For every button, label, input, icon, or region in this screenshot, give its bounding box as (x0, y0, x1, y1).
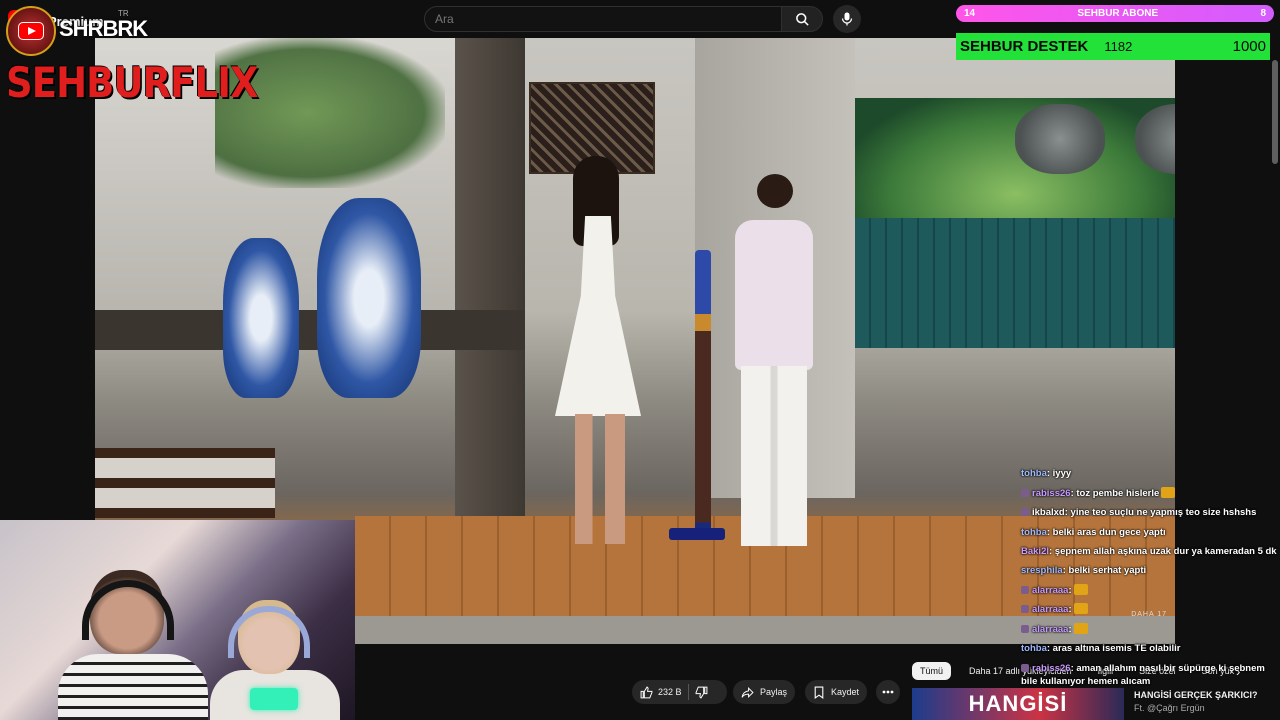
like-dislike-group: 232 B (632, 680, 727, 704)
subscriber-label: SEHBUR ABONE (1077, 8, 1159, 19)
chat-message: sresphila: belki serhat yapti (1021, 561, 1280, 581)
scene-person-white-dress (543, 156, 653, 546)
support-goal: 1000 (1232, 38, 1266, 55)
thumbs-up-icon (640, 685, 653, 698)
stream-chat: tohba: iyyy rabiss26: toz pembe hislerle… (1021, 464, 1280, 691)
microphone-icon (841, 12, 853, 26)
channel-short-name: SHRBRK (59, 16, 148, 41)
chat-username: rabiss26 (1032, 662, 1071, 674)
chat-message: rabiss26: toz pembe hislerle (1021, 484, 1280, 504)
more-actions-button[interactable] (876, 680, 900, 704)
chat-username: Baki2l (1021, 546, 1049, 557)
emote-icon (1073, 583, 1088, 595)
chat-username: ikbalxd (1032, 507, 1065, 518)
chat-message: ikbalxd: yine teo suçlu ne yapmış teo si… (1021, 503, 1280, 523)
recommendation-thumb-text: HANGİSİ (968, 691, 1068, 716)
dislike-button[interactable] (695, 686, 708, 699)
scene-vase (223, 238, 299, 398)
chat-text: : belki serhat yapti (1062, 565, 1147, 576)
thumbs-down-icon (695, 686, 707, 699)
chat-username: alarraaa (1032, 604, 1069, 615)
chat-username: alarraaa (1032, 584, 1069, 596)
chat-text: : iyyy (1046, 468, 1072, 479)
scene-lamp (1015, 104, 1105, 174)
search-button[interactable] (781, 6, 823, 32)
support-goal-bar: SEHBUR DESTEK 1182 1000 (956, 33, 1270, 60)
like-count: 232 B (658, 687, 682, 697)
subscriber-left-value: 14 (964, 8, 976, 19)
share-icon (741, 686, 754, 698)
chat-text: : aras altına isemis TE olabilir (1046, 643, 1181, 654)
chat-text: : yine teo suçlu ne yapmış teo size hshs… (1064, 507, 1257, 518)
chat-badge-icon (1021, 624, 1029, 633)
chat-message: tohba: iyyy (1021, 464, 1280, 484)
chat-username: tohba (1021, 468, 1047, 479)
scene-tile-wall (855, 218, 1175, 348)
chat-badge-icon (1021, 605, 1029, 613)
chat-username: tohba (1021, 526, 1047, 538)
scene-ledge (95, 310, 525, 350)
emote-icon (1161, 486, 1176, 498)
voice-search-button[interactable] (833, 5, 861, 33)
like-divider (687, 684, 689, 700)
recommendation-thumbnail[interactable]: HANGİSİ (912, 688, 1124, 720)
scene-stairs (95, 448, 275, 518)
scene-vacuum (695, 250, 711, 540)
recommendation-title[interactable]: HANGİSİ GERÇEK ŞARKICI? (1134, 690, 1258, 700)
chat-message: tohba: aras altına isemis TE olabilir (1021, 639, 1280, 659)
support-count: 1182 (1104, 39, 1133, 54)
microphone-prop (250, 688, 298, 710)
chat-username: tohba (1021, 643, 1047, 654)
streamer-left (58, 570, 208, 720)
chat-text: : (1068, 623, 1072, 635)
scene-stone-column (455, 38, 525, 518)
chat-message: alarraaa: (1021, 581, 1280, 601)
chat-text: : belki aras dun gece yaptı (1046, 526, 1166, 538)
save-button[interactable]: Kaydet (805, 680, 868, 704)
emote-icon (1073, 622, 1088, 634)
chat-badge-icon (1021, 585, 1029, 594)
page-scrollbar[interactable] (1272, 60, 1278, 164)
share-button[interactable]: Paylaş (733, 680, 796, 704)
chat-badge-icon (1021, 488, 1029, 497)
emote-icon (1073, 603, 1088, 614)
search-box (424, 6, 782, 32)
chat-message: alarraaa: (1021, 600, 1280, 620)
bookmark-icon (814, 686, 824, 699)
chat-username: alarraaa (1032, 623, 1069, 635)
chat-message: tohba: belki aras dun gece yaptı (1021, 523, 1280, 543)
chat-message: Baki2l: şepnem allah aşkına uzak dur ya … (1021, 542, 1280, 561)
support-title: SEHBUR DESTEK (960, 38, 1089, 55)
like-button[interactable]: 232 B (640, 685, 682, 699)
chat-message: alarraaa: (1021, 620, 1280, 640)
search-icon (795, 12, 809, 26)
save-label: Kaydet (831, 687, 860, 697)
subscriber-goal-bar: 14 SEHBUR ABONE 8 (956, 5, 1274, 22)
channel-badge (6, 6, 56, 56)
chat-username: rabiss26 (1032, 487, 1071, 499)
chat-username: sresphila (1021, 565, 1063, 576)
chat-text: : (1068, 584, 1072, 596)
recommendation-channel[interactable]: Ft. @Çağrı Ergün (1134, 703, 1205, 713)
play-icon (18, 22, 44, 40)
chat-message: rabiss26: aman allahım nasıl bir süpürge… (1021, 659, 1280, 691)
chat-text: : toz pembe hislerle (1070, 487, 1160, 499)
scene-vase (317, 198, 421, 398)
share-label: Paylaş (760, 687, 788, 697)
chat-badge-icon (1021, 663, 1029, 672)
webcam-overlay (0, 520, 355, 720)
chat-badge-icon (1021, 508, 1029, 516)
search-input[interactable] (425, 7, 781, 31)
scene-person-pink-shirt (723, 174, 823, 554)
subscriber-right-value: 8 (1260, 8, 1266, 19)
chat-text: : şepnem allah aşkına uzak dur ya kamera… (1049, 546, 1277, 557)
more-dots-icon (882, 690, 894, 694)
chip-all[interactable]: Tümü (912, 662, 952, 680)
scene-vacuum-head (669, 528, 725, 540)
channel-logo-text: SEHBURFLIX (6, 58, 259, 107)
chat-text: : (1068, 604, 1072, 615)
